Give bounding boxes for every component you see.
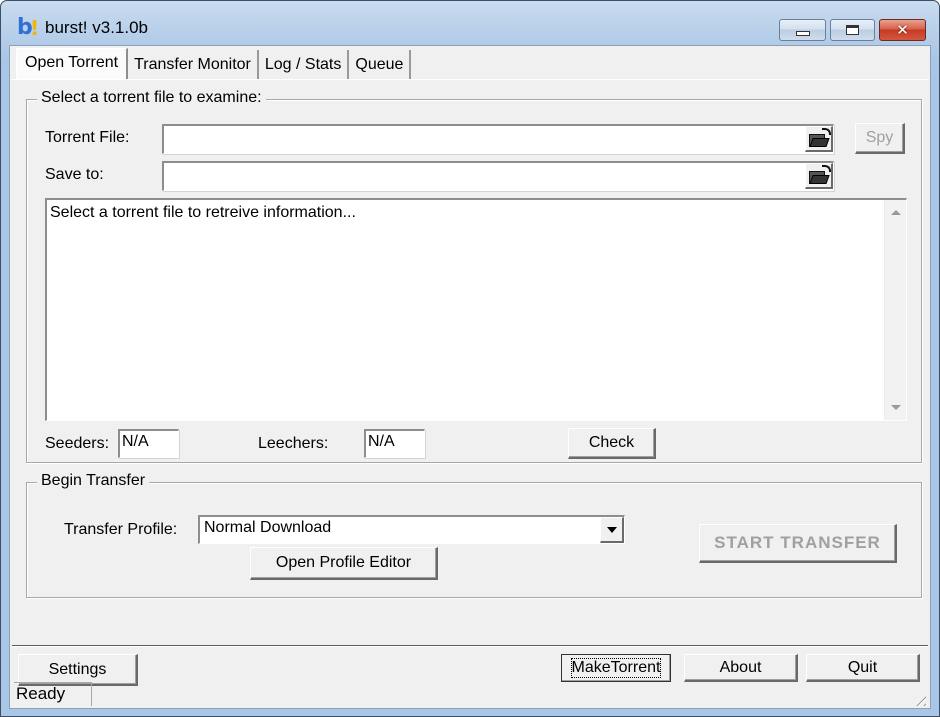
transfer-profile-label: Transfer Profile: xyxy=(64,521,178,538)
make-torrent-button[interactable]: MakeTorrent xyxy=(561,654,671,682)
about-label: About xyxy=(719,658,762,676)
window-title: burst! v3.1.0b xyxy=(45,18,149,37)
chevron-down-icon xyxy=(607,527,617,533)
settings-label: Settings xyxy=(48,660,107,678)
tab-strip: Open Torrent Transfer Monitor Log / Stat… xyxy=(16,48,412,80)
quit-label: Quit xyxy=(847,658,878,676)
client-area: Open Torrent Transfer Monitor Log / Stat… xyxy=(9,45,931,709)
tab-label: Queue xyxy=(355,56,404,73)
make-torrent-label: MakeTorrent xyxy=(570,658,662,678)
torrent-file-field[interactable] xyxy=(162,124,834,154)
scroll-up-icon[interactable] xyxy=(891,210,901,215)
tab-transfer-monitor[interactable]: Transfer Monitor xyxy=(128,50,259,80)
quit-button[interactable]: Quit xyxy=(806,654,920,682)
tab-label: Transfer Monitor xyxy=(134,56,251,73)
separator xyxy=(12,645,928,647)
maximize-button[interactable] xyxy=(830,19,875,41)
tab-open-torrent[interactable]: Open Torrent xyxy=(16,48,129,80)
maximize-icon xyxy=(846,25,859,35)
browse-torrent-button[interactable] xyxy=(805,126,833,152)
spy-label: Spy xyxy=(865,129,894,146)
folder-open-icon xyxy=(808,127,831,147)
tab-log-stats[interactable]: Log / Stats xyxy=(258,50,350,80)
torrent-file-input[interactable] xyxy=(164,126,833,153)
save-to-input[interactable] xyxy=(164,163,833,190)
begin-transfer-group: Begin Transfer Transfer Profile: Normal … xyxy=(26,472,922,598)
leechers-value: N/A xyxy=(368,433,395,450)
about-button[interactable]: About xyxy=(684,654,798,682)
minimize-button[interactable] xyxy=(779,19,826,41)
tab-queue[interactable]: Queue xyxy=(349,50,412,80)
status-text: Ready xyxy=(14,682,92,706)
check-button[interactable]: Check xyxy=(568,428,656,459)
torrent-info-text: Select a torrent file to retreive inform… xyxy=(50,204,356,221)
close-button[interactable]: ✕ xyxy=(879,19,926,41)
start-transfer-button[interactable]: START TRANSFER xyxy=(699,524,897,563)
title-bar[interactable]: b! burst! v3.1.0b ✕ xyxy=(1,1,939,45)
scroll-down-icon[interactable] xyxy=(891,405,901,410)
check-label: Check xyxy=(588,434,635,451)
seeders-value: N/A xyxy=(122,433,149,450)
begin-transfer-legend: Begin Transfer xyxy=(37,472,150,490)
open-profile-editor-button[interactable]: Open Profile Editor xyxy=(250,547,438,580)
save-to-label: Save to: xyxy=(45,166,104,183)
folder-open-icon xyxy=(808,164,831,184)
minimize-icon xyxy=(795,30,810,36)
tab-label: Log / Stats xyxy=(264,56,342,73)
tab-label: Open Torrent xyxy=(25,54,119,71)
open-torrent-pane: Select a torrent file to examine: Torren… xyxy=(11,79,929,644)
torrent-file-label: Torrent File: xyxy=(45,129,130,146)
transfer-profile-value: Normal Download xyxy=(204,519,332,536)
open-profile-editor-label: Open Profile Editor xyxy=(275,554,412,571)
spy-button[interactable]: Spy xyxy=(855,123,905,154)
select-torrent-group: Select a torrent file to examine: Torren… xyxy=(26,89,922,463)
close-icon: ✕ xyxy=(896,20,909,39)
torrent-info-box[interactable]: Select a torrent file to retreive inform… xyxy=(45,198,907,421)
app-window: b! burst! v3.1.0b ✕ Open Torrent Transfe… xyxy=(0,0,940,717)
leechers-field: N/A xyxy=(364,429,425,458)
save-to-field[interactable] xyxy=(162,161,834,191)
leechers-label: Leechers: xyxy=(258,435,329,452)
seeders-field: N/A xyxy=(118,429,179,458)
seeders-label: Seeders: xyxy=(45,435,110,452)
transfer-profile-select[interactable]: Normal Download xyxy=(198,515,625,544)
start-transfer-label: START TRANSFER xyxy=(714,533,881,552)
info-scrollbar[interactable] xyxy=(884,200,906,420)
burst-app-icon: b! xyxy=(17,15,40,40)
transfer-profile-dropdown[interactable] xyxy=(600,517,624,543)
select-torrent-legend: Select a torrent file to examine: xyxy=(37,89,266,107)
resize-grip-icon[interactable] xyxy=(912,692,926,706)
browse-save-button[interactable] xyxy=(805,163,833,189)
status-bar: Ready xyxy=(10,680,930,710)
